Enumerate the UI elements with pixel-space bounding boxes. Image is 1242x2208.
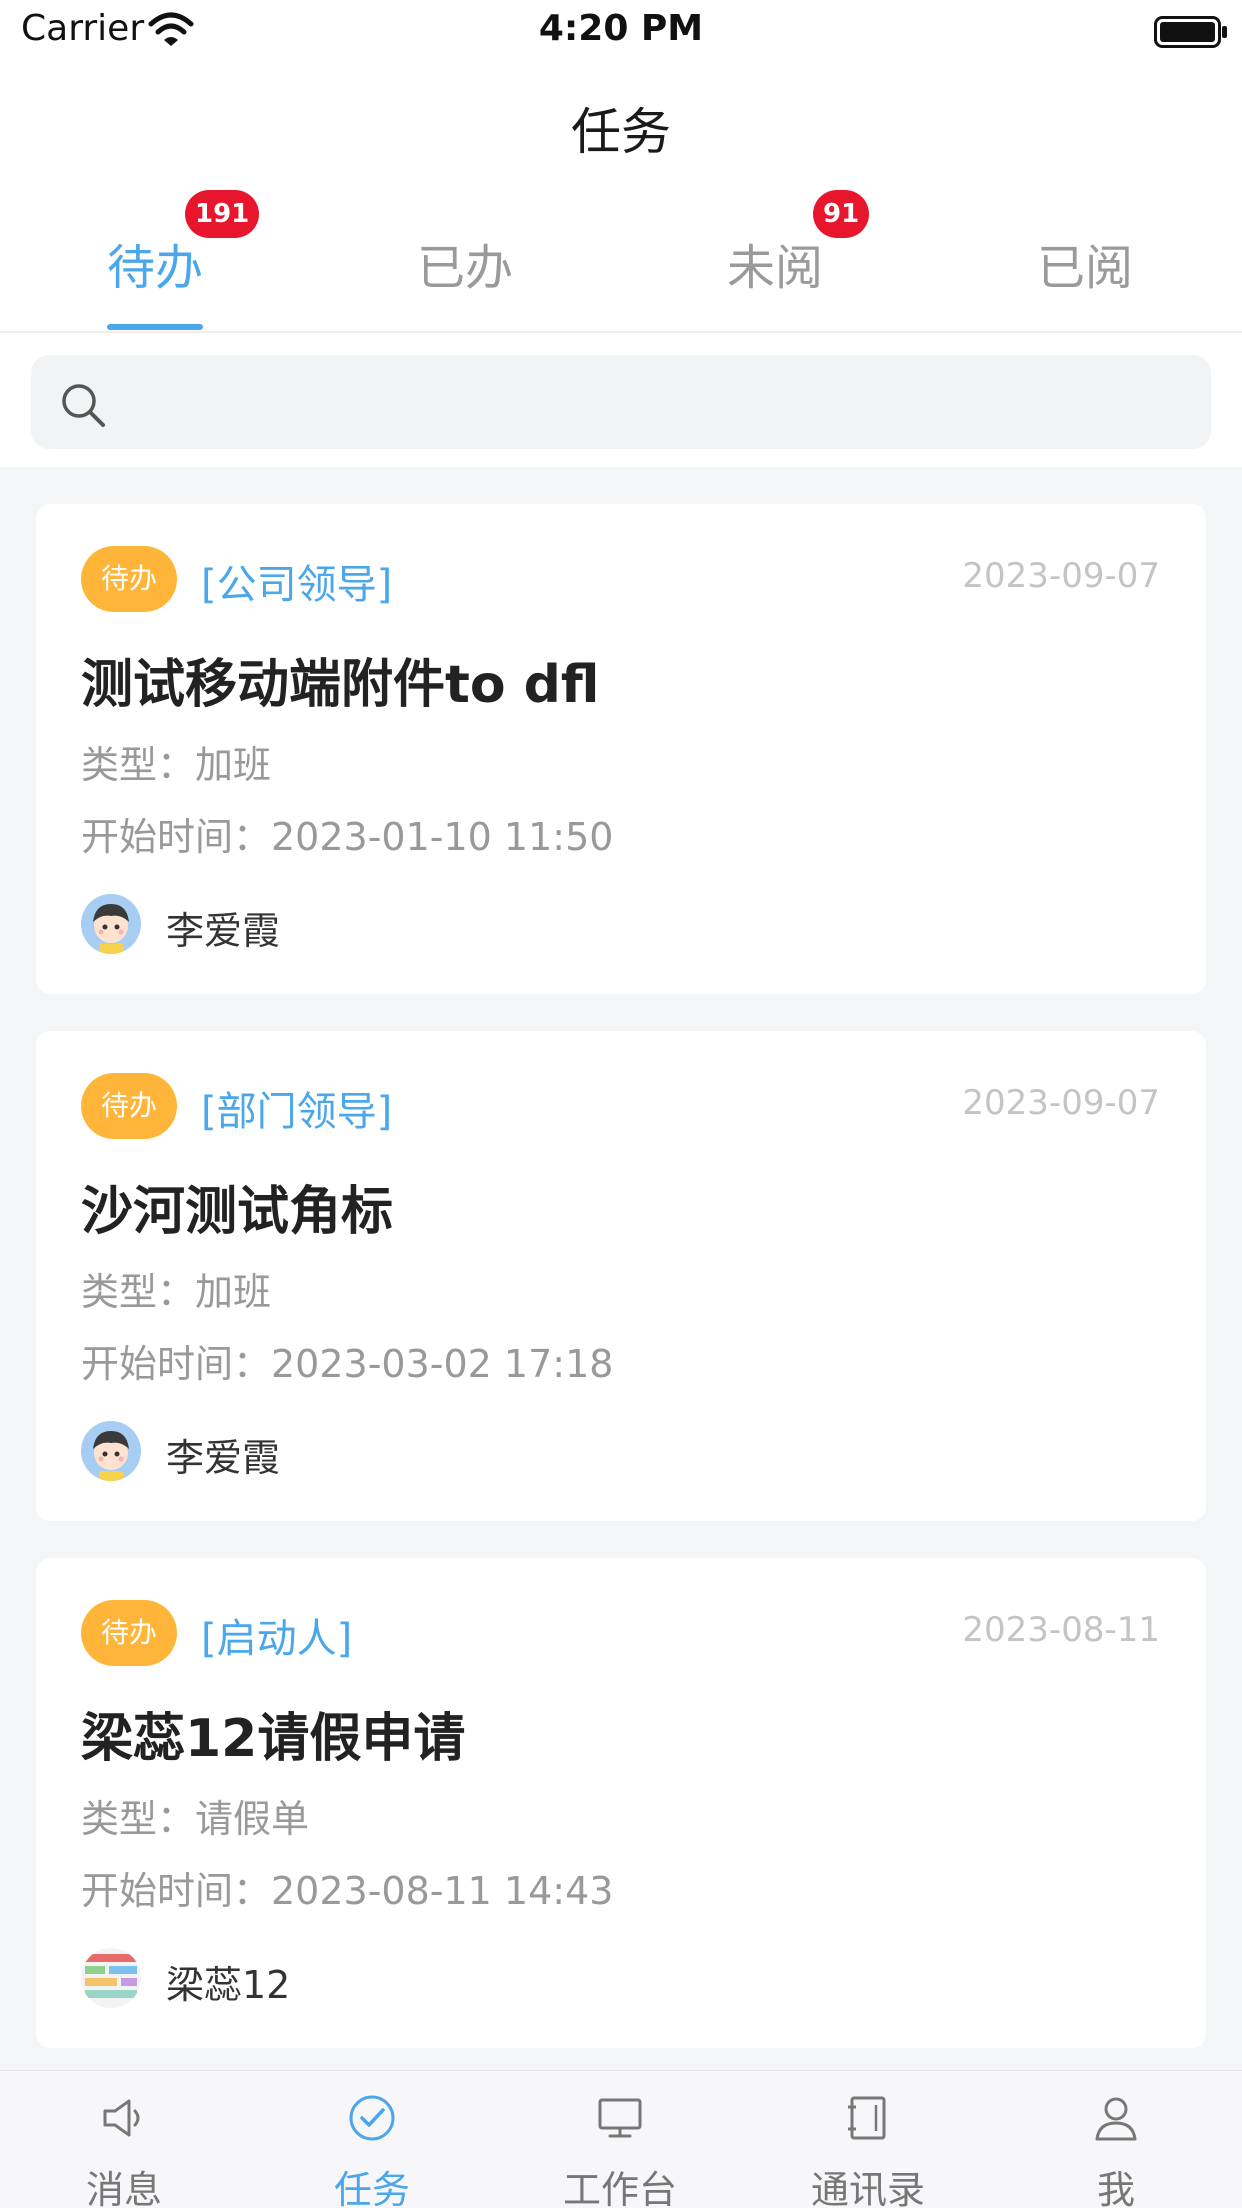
task-title: 沙河测试角标 xyxy=(81,1182,394,1242)
battery-icon xyxy=(1154,16,1227,48)
task-category: [部门领导] xyxy=(201,1089,393,1135)
colorful-avatar-icon xyxy=(81,1948,141,2008)
task-author: 梁蕊12 xyxy=(166,1963,291,2007)
search-bar xyxy=(0,333,1242,467)
status-time: 4:20 PM xyxy=(538,8,704,49)
task-card[interactable]: 待办 [公司领导] 2023-09-07 测试移动端附件to dfl 类型：加班… xyxy=(36,504,1206,994)
tab-label: 未阅 xyxy=(726,240,823,296)
task-start-time: 开始时间：2023-08-11 14:43 xyxy=(81,1869,614,1913)
tabbar-item-tasks[interactable]: 任务 xyxy=(248,2071,496,2208)
bottom-tab-bar: 消息 任务 工作台 通讯录 我 xyxy=(0,2070,1242,2208)
task-type: 类型：请假单 xyxy=(81,1797,310,1841)
task-type: 类型：加班 xyxy=(81,1270,272,1314)
tab-unread[interactable]: 未阅 91 xyxy=(620,190,930,298)
tabbar-item-workbench[interactable]: 工作台 xyxy=(496,2071,744,2208)
status-tag: 待办 xyxy=(81,1600,177,1666)
person-icon xyxy=(1095,2097,1137,2141)
page-title: 任务 xyxy=(571,103,671,161)
boy-avatar-icon xyxy=(81,894,141,954)
tabbar-item-messages[interactable]: 消息 xyxy=(0,2071,248,2208)
task-author: 李爱霞 xyxy=(166,909,281,953)
task-date: 2023-08-11 xyxy=(962,1610,1160,1650)
tab-badge: 191 xyxy=(184,190,260,238)
status-bar: Carrier 4:20 PM xyxy=(0,0,1242,62)
boy-avatar-icon xyxy=(81,1421,141,1481)
task-card[interactable]: 待办 [启动人] 2023-08-11 梁蕊12请假申请 类型：请假单 开始时间… xyxy=(36,1558,1206,2048)
task-date: 2023-09-07 xyxy=(962,1083,1160,1123)
nav-bar: 任务 xyxy=(0,62,1242,188)
task-category: [公司领导] xyxy=(201,562,393,608)
status-tag: 待办 xyxy=(81,546,177,612)
tabbar-label: 消息 xyxy=(85,2168,162,2208)
tab-done[interactable]: 已办 xyxy=(310,228,620,298)
tabbar-item-contacts[interactable]: 通讯录 xyxy=(744,2071,992,2208)
tab-label: 已办 xyxy=(416,240,513,296)
task-card[interactable]: 待办 [部门领导] 2023-09-07 沙河测试角标 类型：加班 开始时间：2… xyxy=(36,1031,1206,1521)
task-start-time: 开始时间：2023-03-02 17:18 xyxy=(81,1342,614,1386)
screen: Carrier 4:20 PM 任务 待办 191 已办 未阅 91 已阅 待办… xyxy=(0,0,1242,2208)
active-tab-indicator xyxy=(107,324,203,330)
search-icon xyxy=(62,384,105,427)
task-author: 李爱霞 xyxy=(166,1436,281,1480)
tab-todo[interactable]: 待办 191 xyxy=(0,190,310,298)
tabbar-label: 工作台 xyxy=(562,2168,677,2208)
task-tabs: 待办 191 已办 未阅 91 已阅 xyxy=(0,188,1242,333)
check-circle-icon xyxy=(349,2095,395,2141)
tabbar-label: 通讯录 xyxy=(810,2168,925,2208)
task-title: 梁蕊12请假申请 xyxy=(81,1709,466,1769)
search-input[interactable] xyxy=(31,355,1211,449)
tab-read[interactable]: 已阅 xyxy=(930,228,1240,298)
monitor-icon xyxy=(598,2098,642,2138)
task-title: 测试移动端附件to dfl xyxy=(81,655,600,715)
contacts-book-icon xyxy=(848,2096,886,2140)
tab-label: 待办 xyxy=(106,240,203,296)
task-type: 类型：加班 xyxy=(81,743,272,787)
tab-badge: 91 xyxy=(812,190,870,238)
tabbar-item-me[interactable]: 我 xyxy=(992,2071,1240,2208)
tabbar-label: 任务 xyxy=(333,2168,410,2208)
tabbar-label: 我 xyxy=(1096,2168,1135,2208)
speaker-icon xyxy=(103,2099,140,2137)
status-tag: 待办 xyxy=(81,1073,177,1139)
task-start-time: 开始时间：2023-01-10 11:50 xyxy=(81,815,614,859)
tab-label: 已阅 xyxy=(1036,240,1133,296)
task-date: 2023-09-07 xyxy=(962,556,1160,596)
task-category: [启动人] xyxy=(201,1616,353,1662)
